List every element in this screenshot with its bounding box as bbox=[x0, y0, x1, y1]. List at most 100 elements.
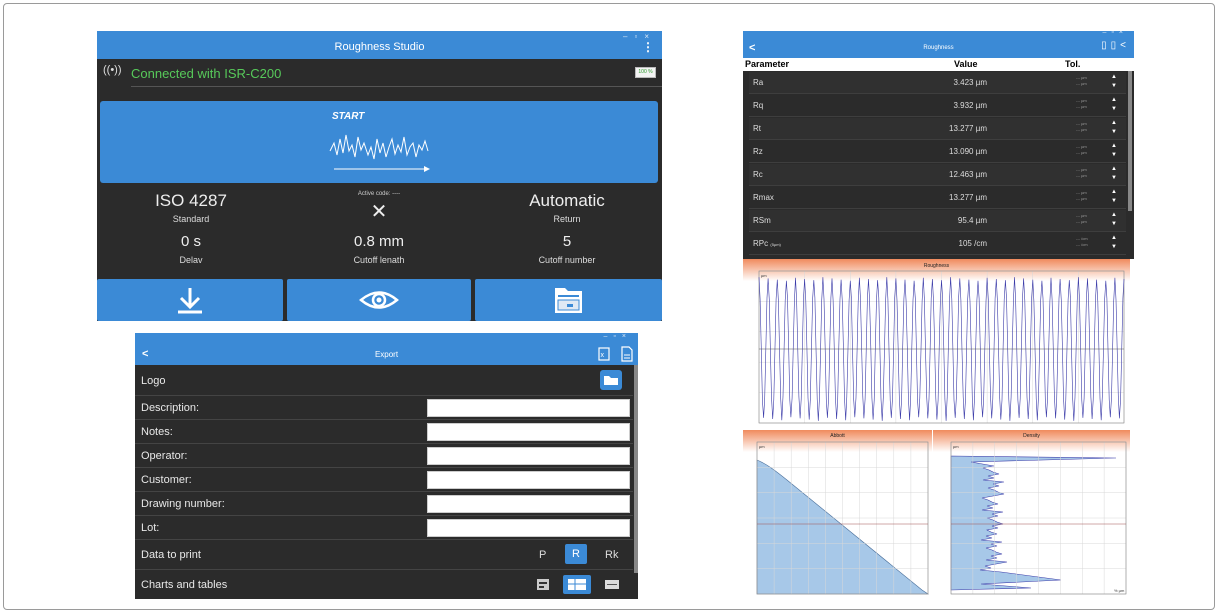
tolerance-fields[interactable]: --- µm --- µm bbox=[1076, 213, 1087, 225]
share-icon[interactable]: < bbox=[1120, 40, 1130, 51]
tolerance-stepper[interactable]: ▲ ▼ bbox=[1111, 188, 1117, 206]
chart-option-icon[interactable] bbox=[537, 579, 549, 590]
parameter-row[interactable]: RSm 95.4 µm --- µm --- µm ▲ ▼ bbox=[749, 210, 1126, 232]
arrow-down-icon[interactable]: ▼ bbox=[1111, 152, 1117, 158]
export-title: Export bbox=[374, 350, 399, 359]
description-label: Description: bbox=[141, 402, 200, 414]
arrow-up-icon[interactable]: ▲ bbox=[1111, 235, 1117, 241]
view-button[interactable] bbox=[287, 279, 471, 321]
abbott-chart-svg: µm bbox=[743, 430, 932, 595]
arrow-up-icon[interactable]: ▲ bbox=[1111, 143, 1117, 149]
svg-text:x: x bbox=[601, 352, 605, 359]
tolerance-fields[interactable]: --- µm --- µm bbox=[1076, 98, 1087, 110]
cutoff-length-setting[interactable]: 0.8 mm Cutoff lenath bbox=[285, 233, 473, 265]
table-header: Parameter Value Tol. bbox=[743, 58, 1134, 71]
parameter-name: RPc (5µm) bbox=[753, 239, 781, 248]
arrow-down-icon[interactable]: ▼ bbox=[1111, 175, 1117, 181]
kebab-icon[interactable]: ⋮ bbox=[642, 40, 654, 54]
tolerance-fields[interactable]: --- µm --- µm bbox=[1076, 190, 1087, 202]
arrow-up-icon[interactable]: ▲ bbox=[1111, 74, 1117, 80]
export-pdf-icon[interactable] bbox=[620, 346, 634, 362]
tolerance-stepper[interactable]: ▲ ▼ bbox=[1111, 165, 1117, 183]
print-option-r[interactable]: R bbox=[565, 544, 587, 564]
print-option-p[interactable]: P bbox=[539, 549, 546, 561]
description-field[interactable] bbox=[427, 399, 630, 417]
unit-label: µm bbox=[953, 444, 959, 449]
tolerance-stepper[interactable]: ▲ ▼ bbox=[1111, 211, 1117, 229]
export-excel-icon[interactable]: x bbox=[597, 346, 611, 362]
standard-setting[interactable]: ISO 4287 Standard bbox=[97, 191, 285, 224]
print-option-rk[interactable]: Rk bbox=[605, 549, 618, 561]
operator-row: Operator: bbox=[135, 444, 633, 468]
cutoff-length-value: 0.8 mm bbox=[353, 233, 404, 250]
tolerance-fields[interactable]: --- µm --- µm bbox=[1076, 75, 1087, 87]
cutoff-length-label: Cutoff lenath bbox=[353, 255, 405, 265]
print-icon[interactable]: ▯ bbox=[1111, 40, 1121, 51]
tolerance-stepper[interactable]: ▲ ▼ bbox=[1111, 119, 1117, 137]
list-option-icon[interactable] bbox=[605, 580, 619, 589]
scrollbar[interactable] bbox=[1128, 71, 1132, 211]
arrow-up-icon[interactable]: ▲ bbox=[1111, 166, 1117, 172]
arrow-up-icon[interactable]: ▲ bbox=[1111, 189, 1117, 195]
arrow-down-icon[interactable]: ▼ bbox=[1111, 129, 1117, 135]
scrollbar[interactable] bbox=[634, 365, 638, 573]
arrow-down-icon[interactable]: ▼ bbox=[1111, 244, 1117, 250]
arrow-down-icon[interactable]: ▼ bbox=[1111, 221, 1117, 227]
parameter-row[interactable]: Rz 13.090 µm --- µm --- µm ▲ ▼ bbox=[749, 141, 1126, 163]
tolerance-stepper[interactable]: ▲ ▼ bbox=[1111, 142, 1117, 160]
return-setting[interactable]: Automatic Return bbox=[473, 191, 661, 224]
tolerance-fields[interactable]: --- /cm --- /cm bbox=[1076, 236, 1088, 248]
export-window: –▫× < Export x Logo Description: Notes: … bbox=[135, 333, 638, 599]
parameter-value: 13.277 µm bbox=[949, 193, 987, 202]
notes-row: Notes: bbox=[135, 420, 633, 444]
download-button[interactable] bbox=[97, 279, 283, 321]
unit-label: µm bbox=[759, 444, 765, 449]
window-controls[interactable]: –▫× bbox=[604, 333, 632, 340]
arrow-down-icon[interactable]: ▼ bbox=[1111, 106, 1117, 112]
parameter-name: Ra bbox=[753, 78, 764, 87]
waveform-icon bbox=[329, 134, 430, 172]
table-option-icon bbox=[568, 579, 586, 590]
cutoff-number-value: 5 bbox=[562, 233, 572, 250]
tolerance-fields[interactable]: --- µm --- µm bbox=[1076, 144, 1087, 156]
arrow-up-icon[interactable]: ▲ bbox=[1111, 97, 1117, 103]
customer-row: Customer: bbox=[135, 468, 633, 492]
lot-field[interactable] bbox=[427, 519, 630, 537]
arrow-down-icon[interactable]: ▼ bbox=[1111, 198, 1117, 204]
parameter-name: Rz bbox=[753, 147, 763, 156]
window-controls[interactable]: –▫× bbox=[1103, 31, 1128, 36]
folder-button[interactable] bbox=[475, 279, 662, 321]
folder-icon bbox=[604, 376, 618, 385]
notes-field[interactable] bbox=[427, 423, 630, 441]
folder-open-button[interactable] bbox=[600, 370, 622, 390]
cutoff-number-setting[interactable]: 5 Cutoff number bbox=[473, 233, 661, 265]
arrow-down-icon[interactable]: ▼ bbox=[1111, 83, 1117, 89]
drawing-number-field[interactable] bbox=[427, 495, 630, 513]
tolerance-fields[interactable]: --- µm --- µm bbox=[1076, 167, 1087, 179]
operator-field[interactable] bbox=[427, 447, 630, 465]
save-icon[interactable]: ▯ bbox=[1101, 40, 1111, 51]
parameter-row[interactable]: Rq 3.932 µm --- µm --- µm ▲ ▼ bbox=[749, 95, 1126, 117]
arrow-up-icon[interactable]: ▲ bbox=[1111, 212, 1117, 218]
parameter-name: Rmax bbox=[753, 193, 774, 202]
tolerance-stepper[interactable]: ▲ ▼ bbox=[1111, 73, 1117, 91]
table-option-button[interactable] bbox=[563, 575, 591, 594]
tolerance-stepper[interactable]: ▲ ▼ bbox=[1111, 234, 1117, 252]
roughness-studio-window: –▫× Roughness Studio ⋮ ((•)) Connected w… bbox=[97, 31, 662, 321]
parameter-row[interactable]: Rmax 13.277 µm --- µm --- µm ▲ ▼ bbox=[749, 187, 1126, 209]
start-button[interactable]: START bbox=[100, 101, 658, 183]
arrow-up-icon[interactable]: ▲ bbox=[1111, 120, 1117, 126]
parameter-row[interactable]: RPc (5µm) 105 /cm --- /cm --- /cm ▲ ▼ bbox=[749, 233, 1126, 255]
customer-label: Customer: bbox=[141, 474, 192, 486]
antenna-icon: ((•)) bbox=[103, 64, 122, 76]
active-code-setting[interactable]: Active code: ---- ✕ bbox=[285, 191, 473, 224]
data-to-print-label: Data to print bbox=[141, 549, 201, 561]
tolerance-fields[interactable]: --- µm --- µm bbox=[1076, 121, 1087, 133]
parameter-row[interactable]: Ra 3.423 µm --- µm --- µm ▲ ▼ bbox=[749, 72, 1126, 94]
delay-setting[interactable]: 0 s Delav bbox=[97, 233, 285, 265]
parameter-value: 95.4 µm bbox=[957, 216, 987, 225]
parameter-row[interactable]: Rt 13.277 µm --- µm --- µm ▲ ▼ bbox=[749, 118, 1126, 140]
tolerance-stepper[interactable]: ▲ ▼ bbox=[1111, 96, 1117, 114]
customer-field[interactable] bbox=[427, 471, 630, 489]
parameter-row[interactable]: Rc 12.463 µm --- µm --- µm ▲ ▼ bbox=[749, 164, 1126, 186]
